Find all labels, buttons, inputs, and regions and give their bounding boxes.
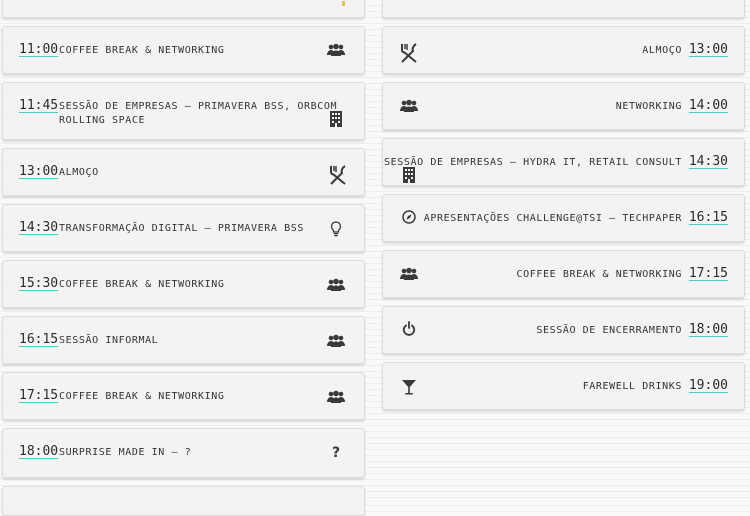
event-label: surprise made in – ?: [59, 447, 192, 458]
schedule-card[interactable]: almoço 13:00: [382, 26, 745, 74]
schedule-card[interactable]: 16:15 sessão informal: [2, 316, 365, 364]
event-time: 17:15: [19, 388, 59, 403]
event-time: 19:00: [688, 378, 728, 393]
event-label: sessão de empresas – primavera bss, orbc…: [59, 101, 338, 112]
building-icon: [326, 109, 346, 129]
event-time: 14:00: [688, 98, 728, 113]
schedule-card[interactable]: sessão de empresas – hydra it, retail co…: [382, 138, 745, 186]
schedule-card[interactable]: [382, 0, 745, 18]
event-label: transformação digital – primavera bss: [59, 223, 304, 234]
event-time: 11:45: [19, 98, 59, 113]
event-time: 14:30: [19, 220, 59, 235]
compass-icon: [399, 207, 419, 227]
event-time: 11:00: [19, 42, 59, 57]
schedule-card[interactable]: sessão de encerramento 18:00: [382, 306, 745, 354]
schedule-card[interactable]: coffee break & networking 17:15: [382, 250, 745, 298]
event-time: 16:15: [688, 210, 728, 225]
event-label: coffee break & networking: [59, 391, 225, 402]
event-label: almoço: [642, 45, 682, 56]
event-time: 18:00: [19, 444, 59, 459]
group-icon: [326, 275, 346, 295]
schedule-card[interactable]: 11:45 sessão de empresas – primavera bss…: [2, 82, 365, 140]
event-time: 13:00: [19, 164, 59, 179]
event-label: farewell drinks: [582, 381, 682, 392]
event-label: sessão de empresas – hydra it, retail co…: [384, 157, 682, 168]
event-label: coffee break & networking: [516, 269, 682, 280]
cutlery-icon: [328, 165, 348, 185]
lightbulb-icon: [338, 1, 348, 7]
event-label: networking: [615, 101, 682, 112]
question-icon: ?: [331, 445, 341, 461]
schedule-card[interactable]: 17:15 coffee break & networking: [2, 372, 365, 420]
schedule-card[interactable]: [2, 486, 365, 516]
event-label-line2: rolling space: [59, 115, 146, 126]
event-time: 16:15: [19, 332, 59, 347]
event-time: 13:00: [688, 42, 728, 57]
schedule-card[interactable]: 18:00 surprise made in – ? ?: [2, 428, 365, 478]
event-label: coffee break & networking: [59, 45, 225, 56]
group-icon: [326, 331, 346, 351]
schedule-card[interactable]: 14:30 transformação digital – primavera …: [2, 204, 365, 252]
schedule-card[interactable]: networking 14:00: [382, 82, 745, 130]
group-icon: [399, 96, 419, 116]
event-time: 18:00: [688, 322, 728, 337]
event-label: sessão de encerramento: [536, 325, 682, 336]
event-label: coffee break & networking: [59, 279, 225, 290]
group-icon: [326, 40, 346, 60]
lightbulb-icon: [326, 219, 346, 239]
event-label: almoço: [59, 167, 99, 178]
schedule-card[interactable]: 15:30 coffee break & networking: [2, 260, 365, 308]
building-icon: [399, 165, 419, 185]
schedule-card[interactable]: farewell drinks 19:00: [382, 362, 745, 410]
event-time: 15:30: [19, 276, 59, 291]
group-icon: [399, 264, 419, 284]
schedule-card[interactable]: 11:00 coffee break & networking: [2, 26, 365, 74]
event-time: 14:30: [688, 154, 728, 169]
schedule-card[interactable]: [2, 0, 365, 18]
event-label: sessão informal: [59, 335, 159, 346]
schedule-card[interactable]: apresentações challenge@tsi – techpaper …: [382, 194, 745, 242]
event-label: apresentações challenge@tsi – techpaper: [423, 213, 682, 224]
group-icon: [326, 387, 346, 407]
cutlery-icon: [399, 43, 419, 63]
event-time: 17:15: [688, 266, 728, 281]
schedule-card[interactable]: 13:00 almoço: [2, 148, 365, 196]
cocktail-icon: [399, 377, 419, 397]
power-icon: [399, 319, 419, 339]
